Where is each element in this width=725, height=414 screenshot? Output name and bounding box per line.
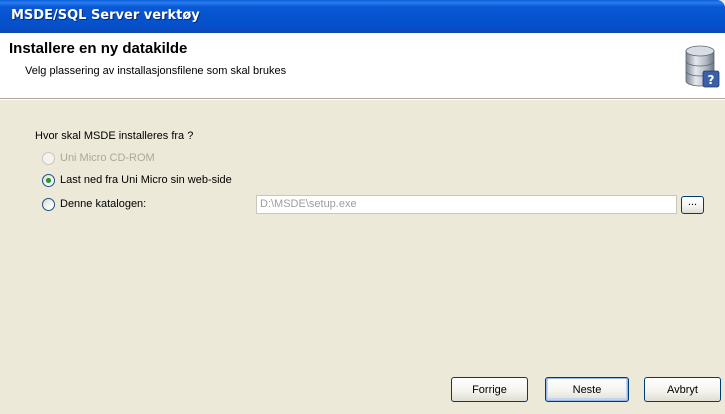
source-question: Hvor skal MSDE installeres fra ? bbox=[35, 130, 194, 142]
radio-cdrom[interactable]: Uni Micro CD-ROM bbox=[42, 150, 155, 166]
radio-cdrom-label: Uni Micro CD-ROM bbox=[60, 152, 155, 164]
wizard-header: Installere en ny datakilde Velg plasseri… bbox=[0, 33, 725, 98]
folder-path-input[interactable]: D:\MSDE\setup.exe bbox=[256, 195, 677, 214]
radio-download[interactable]: Last ned fra Uni Micro sin web-side bbox=[42, 172, 232, 188]
radio-download-label: Last ned fra Uni Micro sin web-side bbox=[60, 174, 232, 186]
cancel-button[interactable]: Avbryt bbox=[644, 377, 721, 402]
installer-window: MSDE/SQL Server verktøy Installere en ny… bbox=[0, 0, 725, 414]
radio-folder-label: Denne katalogen: bbox=[60, 198, 147, 210]
next-button[interactable]: Neste bbox=[545, 377, 629, 402]
radio-download-indicator[interactable] bbox=[42, 173, 55, 187]
window-title: MSDE/SQL Server verktøy bbox=[11, 8, 200, 23]
page-title: Installere en ny datakilde bbox=[9, 40, 188, 57]
browse-button[interactable]: ... bbox=[681, 196, 704, 214]
radio-selected-dot bbox=[46, 177, 51, 183]
back-button[interactable]: Forrige bbox=[451, 377, 528, 402]
title-bar[interactable]: MSDE/SQL Server verktøy bbox=[0, 0, 725, 33]
database-help-icon: ? bbox=[685, 45, 720, 88]
svg-text:?: ? bbox=[708, 73, 715, 87]
header-divider-highlight bbox=[0, 99, 725, 100]
radio-folder[interactable]: Denne katalogen: bbox=[42, 196, 146, 212]
radio-cdrom-indicator[interactable] bbox=[42, 151, 55, 165]
radio-folder-indicator[interactable] bbox=[42, 197, 55, 211]
page-subtitle: Velg plassering av installasjonsfilene s… bbox=[25, 65, 287, 77]
